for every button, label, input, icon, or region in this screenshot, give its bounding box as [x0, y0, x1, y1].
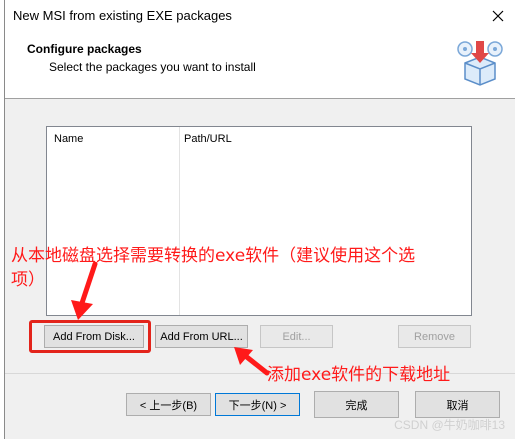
page-subtitle: Select the packages you want to install — [49, 60, 256, 74]
column-header-path[interactable]: Path/URL — [184, 133, 232, 145]
column-header-name[interactable]: Name — [54, 133, 83, 145]
annotation-url: 添加exe软件的下载地址 — [267, 365, 451, 385]
finish-button[interactable]: 完成 — [314, 391, 399, 418]
wizard-dialog: New MSI from existing EXE packages Confi… — [4, 0, 515, 439]
watermark: CSDN @牛奶咖啡13 — [394, 418, 505, 432]
close-button[interactable] — [481, 0, 515, 31]
remove-button[interactable]: Remove — [398, 325, 471, 348]
page-title: Configure packages — [27, 42, 142, 56]
arrow-to-disk-icon — [71, 262, 98, 320]
add-from-disk-button[interactable]: Add From Disk... — [44, 325, 144, 348]
install-package-icon — [457, 41, 503, 86]
back-button[interactable]: < 上一步(B) — [126, 393, 211, 416]
column-divider — [179, 127, 180, 315]
packages-list[interactable]: Name Path/URL — [46, 126, 472, 316]
arrow-to-url-icon — [234, 347, 270, 376]
cancel-button[interactable]: 取消 — [415, 391, 500, 418]
window-title: New MSI from existing EXE packages — [13, 8, 232, 23]
wizard-header: Configure packages Select the packages y… — [5, 31, 515, 99]
close-icon — [492, 10, 504, 21]
title-bar: New MSI from existing EXE packages — [5, 0, 515, 31]
next-button[interactable]: 下一步(N) > — [215, 393, 300, 416]
annotation-disk-line2: 项） — [11, 270, 45, 290]
